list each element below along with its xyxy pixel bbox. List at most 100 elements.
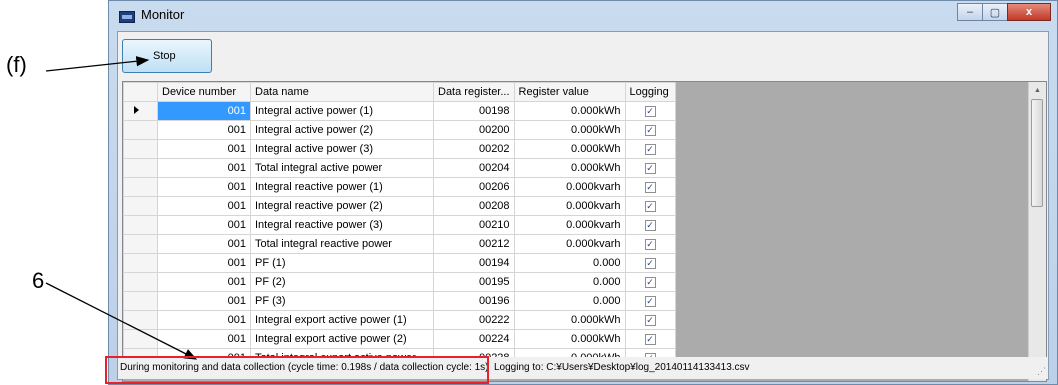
cell-logging[interactable]: ✓ bbox=[624, 101, 676, 121]
cell-device-number[interactable]: 001 bbox=[157, 253, 251, 273]
logging-checkbox[interactable]: ✓ bbox=[644, 238, 656, 250]
table-row[interactable]: 001 Integral reactive power (3) 00210 0.000… bbox=[123, 215, 676, 235]
cell-logging[interactable]: ✓ bbox=[624, 139, 676, 159]
cell-device-number[interactable]: 001 bbox=[157, 272, 251, 292]
column-header-register-value[interactable]: Register value bbox=[513, 82, 626, 102]
cell-data-register[interactable]: 00202 bbox=[433, 139, 515, 159]
cell-data-name[interactable]: Integral reactive power (3) bbox=[250, 215, 434, 235]
cell-data-register[interactable]: 00206 bbox=[433, 177, 515, 197]
cell-data-name[interactable]: Integral active power (1) bbox=[250, 101, 434, 121]
cell-register-value[interactable]: 0.000kWh bbox=[513, 310, 626, 330]
table-row[interactable]: 001 Integral active power (1) 00198 0.000kW… bbox=[123, 101, 676, 121]
cell-device-number[interactable]: 001 bbox=[157, 196, 251, 216]
logging-checkbox[interactable]: ✓ bbox=[644, 162, 656, 174]
cell-data-name[interactable]: PF (2) bbox=[250, 272, 434, 292]
cell-device-number[interactable]: 001 bbox=[157, 177, 251, 197]
cell-register-value[interactable]: 0.000kWh bbox=[513, 139, 626, 159]
logging-checkbox[interactable]: ✓ bbox=[644, 295, 656, 307]
cell-data-register[interactable]: 00200 bbox=[433, 120, 515, 140]
logging-checkbox[interactable]: ✓ bbox=[644, 219, 656, 231]
cell-data-name[interactable]: Integral active power (3) bbox=[250, 139, 434, 159]
cell-data-name[interactable]: PF (1) bbox=[250, 253, 434, 273]
row-header[interactable] bbox=[123, 101, 158, 121]
table-row[interactable]: 001 Integral export active power (1) 00222… bbox=[123, 310, 676, 330]
table-row[interactable]: 001 Integral reactive power (2) 00208 0.000… bbox=[123, 196, 676, 216]
cell-data-name[interactable]: Integral export active power (2) bbox=[250, 329, 434, 349]
cell-register-value[interactable]: 0.000kWh bbox=[513, 120, 626, 140]
row-header[interactable] bbox=[123, 253, 158, 273]
cell-data-name[interactable]: Total integral reactive power bbox=[250, 234, 434, 254]
cell-logging[interactable]: ✓ bbox=[624, 272, 676, 292]
cell-data-name[interactable]: Integral active power (2) bbox=[250, 120, 434, 140]
logging-checkbox[interactable]: ✓ bbox=[644, 143, 656, 155]
cell-device-number[interactable]: 001 bbox=[157, 139, 251, 159]
table-row[interactable]: 001 Integral reactive power (1) 00206 0.000… bbox=[123, 177, 676, 197]
cell-register-value[interactable]: 0.000kWh bbox=[513, 101, 626, 121]
cell-register-value[interactable]: 0.000kvarh bbox=[513, 196, 626, 216]
column-header-data-name[interactable]: Data name bbox=[250, 82, 434, 102]
row-header[interactable] bbox=[123, 310, 158, 330]
row-header[interactable] bbox=[123, 215, 158, 235]
table-row[interactable]: 001 PF (3) 00196 0.000 ✓ bbox=[123, 291, 676, 311]
cell-data-name[interactable]: PF (3) bbox=[250, 291, 434, 311]
logging-checkbox[interactable]: ✓ bbox=[644, 181, 656, 193]
maximize-button[interactable]: ▢ bbox=[982, 3, 1008, 21]
scroll-up-icon[interactable]: ▲ bbox=[1029, 82, 1046, 99]
row-header[interactable] bbox=[123, 234, 158, 254]
scroll-thumb[interactable] bbox=[1031, 99, 1043, 207]
row-header[interactable] bbox=[123, 291, 158, 311]
table-row[interactable]: 001 PF (1) 00194 0.000 ✓ bbox=[123, 253, 676, 273]
resize-grip-icon[interactable]: ⋰ bbox=[1037, 366, 1046, 377]
stop-button[interactable]: Stop bbox=[122, 39, 212, 73]
cell-data-name[interactable]: Integral export active power (1) bbox=[250, 310, 434, 330]
cell-logging[interactable]: ✓ bbox=[624, 234, 676, 254]
cell-data-register[interactable]: 00195 bbox=[433, 272, 515, 292]
close-button[interactable]: x bbox=[1007, 3, 1051, 21]
cell-data-name[interactable]: Integral reactive power (2) bbox=[250, 196, 434, 216]
vertical-scrollbar[interactable]: ▲ ▼ bbox=[1028, 82, 1046, 381]
row-header[interactable] bbox=[123, 120, 158, 140]
cell-logging[interactable]: ✓ bbox=[624, 291, 676, 311]
cell-logging[interactable]: ✓ bbox=[624, 215, 676, 235]
logging-checkbox[interactable]: ✓ bbox=[644, 200, 656, 212]
cell-register-value[interactable]: 0.000kvarh bbox=[513, 234, 626, 254]
cell-data-register[interactable]: 00212 bbox=[433, 234, 515, 254]
cell-device-number[interactable]: 001 bbox=[157, 158, 251, 178]
cell-data-register[interactable]: 00208 bbox=[433, 196, 515, 216]
cell-device-number[interactable]: 001 bbox=[157, 329, 251, 349]
cell-logging[interactable]: ✓ bbox=[624, 177, 676, 197]
cell-register-value[interactable]: 0.000kvarh bbox=[513, 215, 626, 235]
cell-device-number[interactable]: 001 bbox=[157, 120, 251, 140]
cell-register-value[interactable]: 0.000 bbox=[513, 272, 626, 292]
logging-checkbox[interactable]: ✓ bbox=[644, 314, 656, 326]
logging-checkbox[interactable]: ✓ bbox=[644, 124, 656, 136]
cell-device-number[interactable]: 001 bbox=[157, 291, 251, 311]
cell-data-register[interactable]: 00196 bbox=[433, 291, 515, 311]
cell-data-name[interactable]: Total integral active power bbox=[250, 158, 434, 178]
cell-logging[interactable]: ✓ bbox=[624, 253, 676, 273]
cell-register-value[interactable]: 0.000kWh bbox=[513, 329, 626, 349]
logging-checkbox[interactable]: ✓ bbox=[644, 105, 656, 117]
table-row[interactable]: 001 Integral active power (3) 00202 0.000kW… bbox=[123, 139, 676, 159]
column-header-device-number[interactable]: Device number bbox=[157, 82, 251, 102]
table-row[interactable]: 001 Integral export active power (2) 00224… bbox=[123, 329, 676, 349]
cell-data-register[interactable]: 00204 bbox=[433, 158, 515, 178]
table-row[interactable]: 001 Total integral reactive power 00212 0.0… bbox=[123, 234, 676, 254]
row-header[interactable] bbox=[123, 272, 158, 292]
cell-logging[interactable]: ✓ bbox=[624, 310, 676, 330]
cell-register-value[interactable]: 0.000kWh bbox=[513, 158, 626, 178]
cell-logging[interactable]: ✓ bbox=[624, 196, 676, 216]
cell-logging[interactable]: ✓ bbox=[624, 329, 676, 349]
logging-checkbox[interactable]: ✓ bbox=[644, 257, 656, 269]
cell-data-register[interactable]: 00198 bbox=[433, 101, 515, 121]
cell-data-register[interactable]: 00194 bbox=[433, 253, 515, 273]
cell-register-value[interactable]: 0.000 bbox=[513, 291, 626, 311]
row-header[interactable] bbox=[123, 329, 158, 349]
row-header[interactable] bbox=[123, 139, 158, 159]
row-header[interactable] bbox=[123, 158, 158, 178]
cell-register-value[interactable]: 0.000kvarh bbox=[513, 177, 626, 197]
cell-register-value[interactable]: 0.000 bbox=[513, 253, 626, 273]
cell-data-register[interactable]: 00224 bbox=[433, 329, 515, 349]
table-row[interactable]: 001 PF (2) 00195 0.000 ✓ bbox=[123, 272, 676, 292]
row-header[interactable] bbox=[123, 177, 158, 197]
